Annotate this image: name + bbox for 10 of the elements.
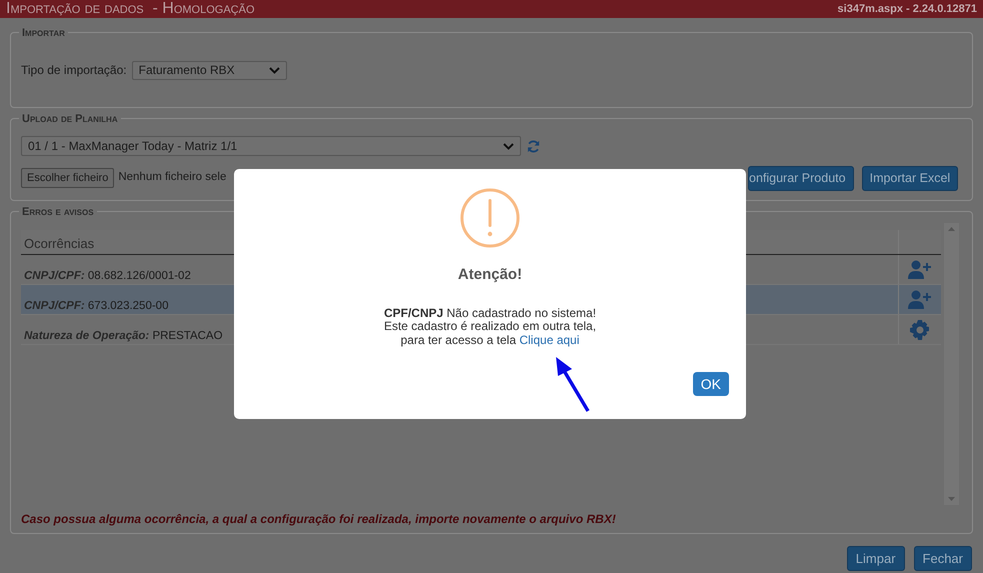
warning-note: Caso possua alguma ocorrência, a qual a configuração foi realizada, importe novamente o arquivo RBX! xyxy=(21,511,616,528)
field-label: Tipo de importação: xyxy=(21,62,127,79)
dialog-title: Atenção! xyxy=(458,265,522,285)
page-title: Importação de dados - Homologação xyxy=(6,0,255,18)
file-status-text: Nenhum ficheiro sele xyxy=(118,170,226,186)
dialog-message: CPF/CNPJ Não cadastrado no sistema! Este cadastro é realizado em outra tela, para ter acesso a tela Clique aqui xyxy=(384,306,596,347)
version-text: si347m.aspx - 2.24.0.12871 xyxy=(838,2,977,17)
table-cell: CNPJ/CPF: 673.023.250-00 xyxy=(24,300,168,312)
table-cell: CNPJ/CPF: 08.682.126/0001-02 xyxy=(24,270,191,282)
table-cell: Natureza de Operação: PRESTACAO xyxy=(24,330,223,342)
